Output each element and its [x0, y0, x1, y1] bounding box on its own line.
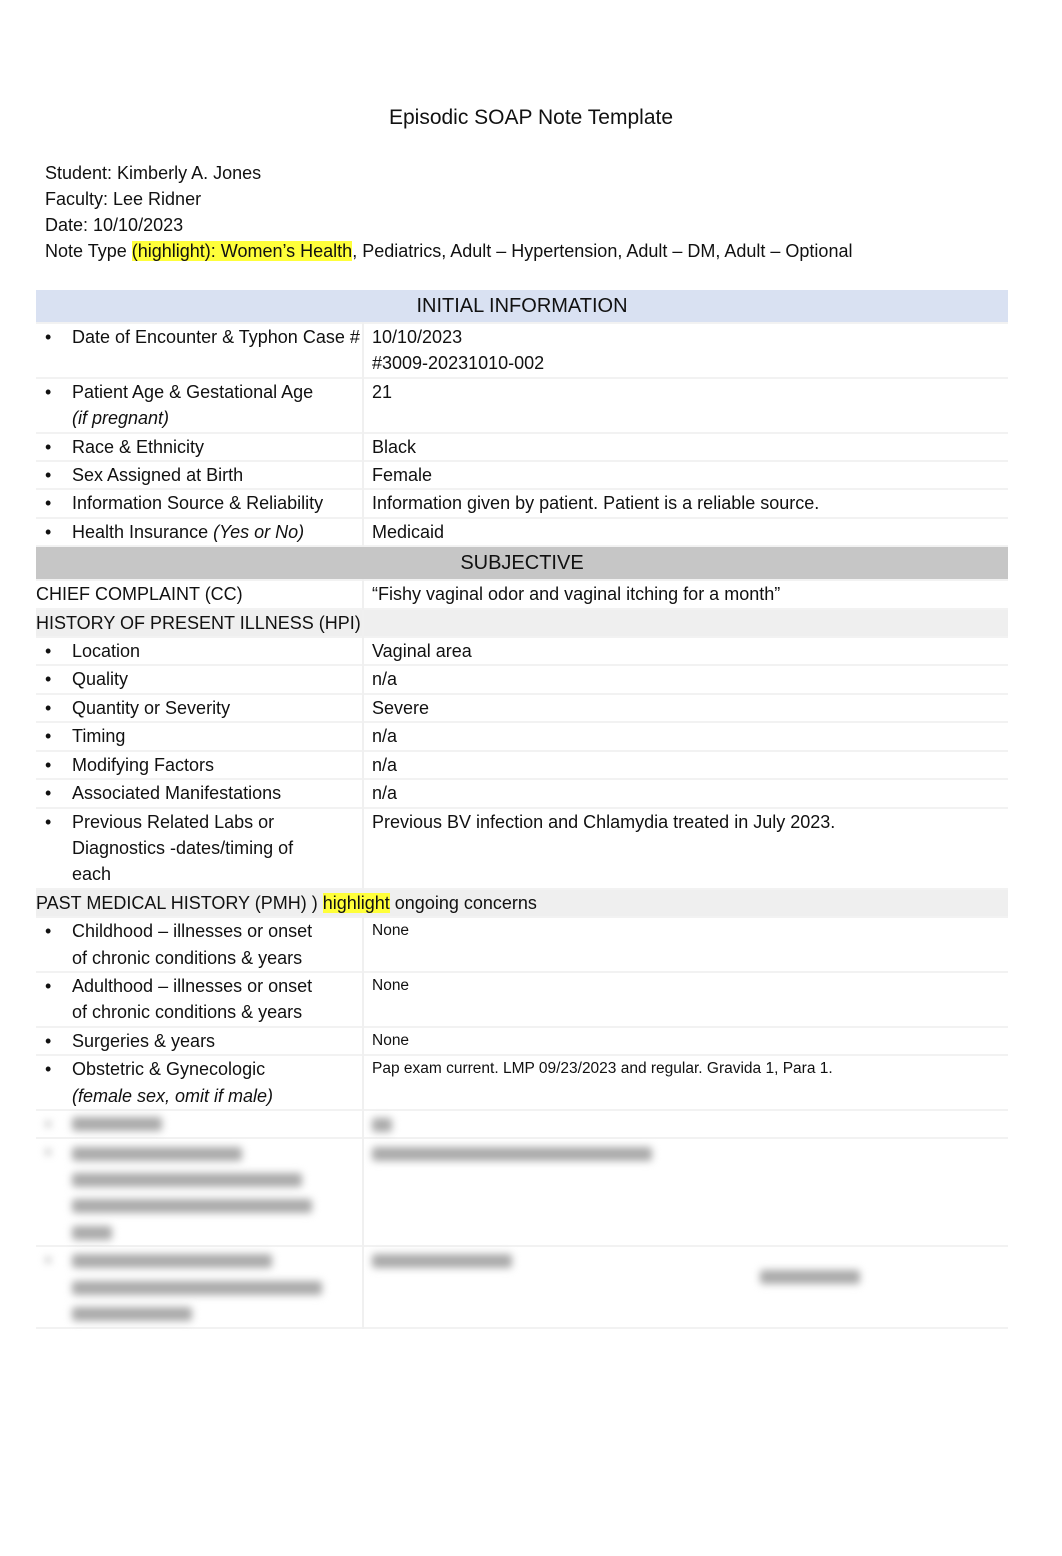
pmh-label-text: ongoing concerns	[389, 892, 537, 913]
table-row: • Sex Assigned at Birth Female	[36, 461, 1008, 490]
row-value: n/a	[372, 669, 398, 690]
bullet-icon: •	[45, 783, 52, 804]
row-value: Previous BV infection and Chlamydia trea…	[372, 811, 836, 832]
subjective-header: SUBJECTIVE	[36, 546, 1008, 581]
bullet-icon: •	[45, 811, 52, 832]
chief-complaint-value: “Fishy vaginal odor and vaginal itching …	[372, 584, 781, 605]
note-type-highlight: (highlight): Women’s Health	[131, 241, 353, 261]
row-label: Timing	[72, 726, 126, 747]
row-label: Previous Related Labs or Diagnostics -da…	[72, 811, 294, 885]
bullet-icon: •	[45, 381, 52, 402]
row-label-note: (if pregnant)	[72, 408, 170, 429]
pmh-label: PAST MEDICAL HISTORY (PMH) ) highlight o…	[36, 888, 1008, 918]
bullet-icon: •	[45, 669, 52, 690]
table-row: • Health Insurance (Yes or No) Medicaid	[36, 517, 1008, 547]
pmh-highlight: highlight	[322, 892, 390, 913]
table-row: • Patient Age & Gestational Age (if pregna…	[36, 377, 1008, 433]
bullet-icon: •	[45, 697, 52, 718]
row-value: Information given by patient. Patient is…	[372, 493, 820, 514]
table-row: • Surgeries & years None	[36, 1026, 1008, 1056]
bullet-icon: •	[45, 1059, 52, 1080]
table-row: • Quality n/a	[36, 665, 1008, 694]
blurred-row: •	[36, 1109, 1008, 1139]
document-title: Episodic SOAP Note Template	[388, 106, 674, 129]
row-value: Medicaid	[372, 521, 445, 542]
table-row: • Obstetric & Gynecologic (female sex, omi…	[36, 1055, 1008, 1110]
chief-complaint-label: CHIEF COMPLAINT (CC)	[36, 580, 364, 609]
row-label: Race & Ethnicity	[72, 436, 205, 457]
pmh-label-text: PAST MEDICAL HISTORY (PMH) )	[36, 892, 323, 913]
table-row: • Childhood – illnesses or onset of chron…	[36, 917, 1008, 972]
bullet-icon: •	[45, 921, 52, 942]
table-row: • Quantity or Severity Severe	[36, 693, 1008, 723]
row-label: Health Insurance	[72, 521, 214, 542]
row-label: Surgeries & years	[72, 1030, 216, 1051]
row-label: Date of Encounter & Typhon Case #	[72, 327, 360, 347]
row-value: #3009-20231010-002	[372, 353, 545, 374]
row-value: n/a	[372, 726, 398, 747]
bullet-icon: •	[45, 493, 52, 514]
header-info: Student: Kimberly A. Jones Faculty: Lee …	[45, 160, 852, 264]
table-row: • Associated Manifestations n/a	[36, 779, 1008, 808]
bullet-icon: •	[45, 327, 52, 347]
soap-table: INITIAL INFORMATION • Date of Encounter &…	[36, 290, 1008, 1329]
bullet-icon: •	[45, 521, 52, 542]
row-label: Patient Age & Gestational Age	[72, 381, 314, 402]
table-row: • Timing n/a	[36, 722, 1008, 751]
bullet-icon: •	[45, 465, 52, 486]
row-label-note: (female sex, omit if male)	[72, 1085, 274, 1106]
row-value: Female	[372, 465, 433, 486]
row-value: Severe	[372, 697, 430, 718]
bullet-icon: •	[45, 975, 52, 996]
bullet-icon: •	[45, 1030, 52, 1051]
row-value: None	[372, 922, 410, 940]
row-label: Information Source & Reliability	[72, 493, 324, 514]
row-value: Pap exam current. LMP 09/23/2023 and reg…	[372, 1060, 833, 1078]
note-type-options: , Pediatrics, Adult – Hypertension, Adul…	[352, 241, 853, 261]
row-value: 10/10/2023	[372, 327, 463, 347]
row-label: Sex Assigned at Birth	[72, 465, 244, 486]
hpi-label: HISTORY OF PRESENT ILLNESS (HPI)	[36, 608, 364, 638]
blurred-row: •	[36, 1138, 1008, 1246]
note-type-line: Note Type (highlight): Women’s Health, P…	[45, 238, 852, 264]
table-row: CHIEF COMPLAINT (CC) “Fishy vaginal odor …	[36, 580, 1008, 609]
bullet-icon: •	[45, 641, 52, 662]
row-value: Vaginal area	[372, 641, 472, 662]
row-value: None	[372, 1031, 410, 1049]
row-value: Black	[372, 436, 417, 457]
row-value: n/a	[372, 783, 398, 804]
blurred-footer	[760, 1268, 860, 1286]
table-row: HISTORY OF PRESENT ILLNESS (HPI)	[36, 608, 1008, 638]
row-label-note: (Yes or No)	[213, 521, 305, 542]
bullet-icon: •	[45, 726, 52, 747]
row-value: None	[372, 976, 410, 994]
initial-information-header: INITIAL INFORMATION	[36, 290, 1008, 323]
row-label: Location	[72, 641, 141, 662]
date-line: Date: 10/10/2023	[45, 215, 184, 235]
table-row: • Location Vaginal area	[36, 637, 1008, 666]
bullet-icon: •	[45, 436, 52, 457]
table-row: • Previous Related Labs or Diagnostics -d…	[36, 807, 1008, 889]
table-row: • Date of Encounter & Typhon Case # 10/10/…	[36, 323, 1008, 378]
row-label: Quality	[72, 669, 129, 690]
table-row: • Adulthood – illnesses or onset of chron…	[36, 971, 1008, 1027]
note-type-prefix: Note Type	[45, 241, 132, 261]
row-label: Associated Manifestations	[72, 783, 282, 804]
table-row: PAST MEDICAL HISTORY (PMH) ) highlight o…	[36, 888, 1008, 918]
row-label: Adulthood – illnesses or onset of chroni…	[72, 975, 313, 1023]
faculty-line: Faculty: Lee Ridner	[45, 189, 202, 209]
row-label: Obstetric & Gynecologic	[72, 1059, 266, 1080]
table-row: • Race & Ethnicity Black	[36, 432, 1008, 462]
row-value: n/a	[372, 754, 398, 775]
table-row: • Information Source & Reliability Informa…	[36, 489, 1008, 518]
blurred-row: •	[36, 1246, 1008, 1328]
student-line: Student: Kimberly A. Jones	[45, 163, 262, 183]
row-label: Modifying Factors	[72, 754, 215, 775]
table-row: • Modifying Factors n/a	[36, 750, 1008, 780]
row-value: 21	[372, 381, 393, 402]
row-label: Quantity or Severity	[72, 697, 231, 718]
document-page: Episodic SOAP Note Template Student: Kim…	[0, 0, 1062, 1556]
row-label: Childhood – illnesses or onset of chroni…	[72, 921, 313, 968]
bullet-icon: •	[45, 754, 52, 775]
